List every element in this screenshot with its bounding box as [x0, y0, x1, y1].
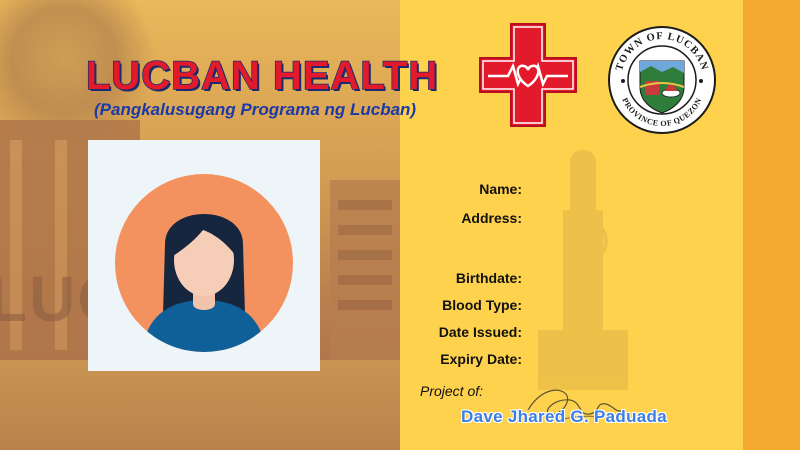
field-label-blood-type: Blood Type: [442, 297, 522, 313]
card-title: LUCBAN HEALTH [85, 53, 439, 99]
field-label-date-issued: Date Issued: [438, 324, 522, 340]
field-label-address: Address: [461, 210, 522, 226]
field-label-name: Name: [479, 181, 522, 197]
background-street [0, 360, 400, 450]
author-name: Dave Jhared G. Paduada [461, 407, 667, 426]
project-of-label: Project of: [420, 383, 484, 399]
town-seal-icon: TOWN OF LUCBAN PROVINCE OF QUEZON [608, 26, 716, 134]
red-cross-heartbeat-icon [479, 23, 577, 127]
right-stripe [743, 0, 800, 450]
field-label-birthdate: Birthdate: [455, 270, 522, 286]
photo-box [88, 140, 320, 371]
avatar-placeholder-icon [115, 174, 293, 352]
health-id-card: LUCB LUCBAN HEALTH (Pangkalusugang Progr… [0, 0, 800, 450]
background-building-right [330, 180, 400, 360]
field-label-expiry-date: Expiry Date: [440, 351, 522, 367]
card-subtitle: (Pangkalusugang Programa ng Lucban) [94, 100, 417, 119]
monument-watermark [528, 150, 638, 390]
